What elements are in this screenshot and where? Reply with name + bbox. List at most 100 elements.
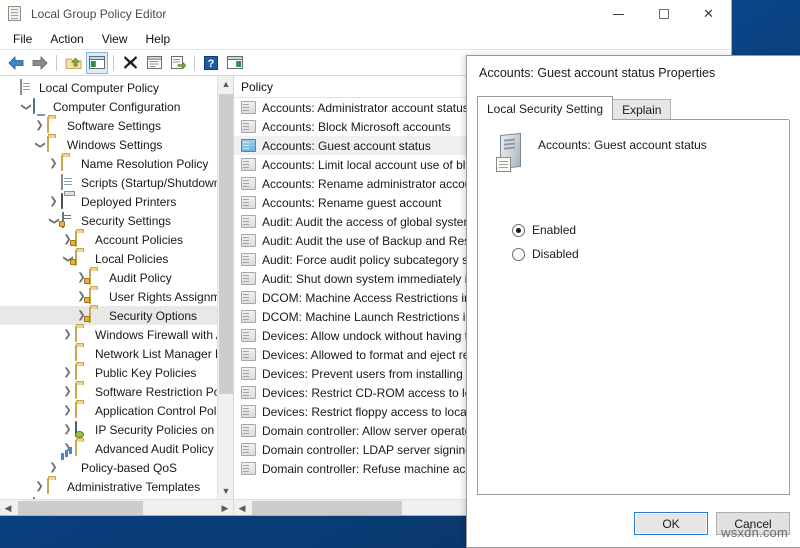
tree-item-windows-firewall-with-a[interactable]: ❯ Windows Firewall with A [0, 325, 217, 344]
chevron-right-icon[interactable]: ❯ [60, 424, 75, 435]
printer-icon [61, 192, 77, 210]
tree-item-local-policies[interactable]: ❯ Local Policies [0, 249, 217, 268]
folder-icon [47, 477, 63, 495]
ipsec-icon [75, 420, 91, 438]
tree-item-user-rights-assignm[interactable]: ❯ User Rights Assignm [0, 287, 217, 306]
tree-hscroll-thumb[interactable] [18, 501, 143, 515]
tree-item-application-control-pol[interactable]: ❯ Application Control Pol [0, 401, 217, 420]
tree-item-security-settings[interactable]: ❯ Security Settings [0, 211, 217, 230]
policy-setting-icon [241, 196, 256, 209]
tab-local-security-setting[interactable]: Local Security Setting [477, 96, 614, 120]
folderlock-icon [70, 230, 91, 248]
show-hide-console-tree-icon[interactable] [86, 51, 108, 74]
up-one-level-icon[interactable] [62, 52, 84, 74]
chevron-right-icon[interactable]: ❯ [46, 196, 61, 207]
tree-item-label: Software Settings [67, 118, 162, 133]
minimize-button[interactable] [596, 0, 641, 28]
tree-item-advanced-audit-policy[interactable]: ❯ Advanced Audit Policy [0, 439, 217, 458]
chevron-down-icon[interactable]: ❯ [21, 99, 32, 114]
tree-item-policy-based-qos[interactable]: ❯ Policy-based QoS [0, 458, 217, 477]
show-hide-action-pane-icon[interactable] [224, 52, 246, 74]
menu-help[interactable]: Help [137, 30, 180, 48]
scroll-left-icon[interactable]: ◀ [234, 500, 250, 515]
script-icon [61, 173, 77, 191]
folder-icon [75, 439, 91, 457]
menu-action[interactable]: Action [41, 30, 92, 48]
tree-item-label: Audit Policy [109, 270, 172, 285]
cancel-button[interactable]: Cancel [716, 512, 790, 535]
tree-item-audit-policy[interactable]: ❯ Audit Policy [0, 268, 217, 287]
maximize-button[interactable] [641, 0, 686, 28]
chevron-down-icon[interactable]: ❯ [35, 137, 46, 152]
tree-item-network-list-manager-p[interactable]: Network List Manager P [0, 344, 217, 363]
menu-bar: File Action View Help [0, 28, 731, 50]
properties-icon[interactable] [143, 52, 165, 74]
close-button[interactable]: ✕ [686, 0, 731, 28]
chevron-down-icon[interactable]: ❯ [49, 213, 60, 228]
tree-item-computer-configuration[interactable]: ❯ Computer Configuration [0, 97, 217, 116]
tree-item-windows-settings[interactable]: ❯ Windows Settings [0, 135, 217, 154]
radio-option-disabled[interactable]: Disabled [512, 242, 789, 266]
menu-file[interactable]: File [4, 30, 41, 48]
radio-option-enabled[interactable]: Enabled [512, 218, 789, 242]
console-tree[interactable]: Local Computer Policy ❯ Computer Configura… [0, 76, 217, 499]
tree-item-account-policies[interactable]: ❯ Account Policies [0, 230, 217, 249]
menu-view[interactable]: View [93, 30, 137, 48]
chevron-right-icon[interactable]: ❯ [32, 481, 47, 492]
tree-item-label: Name Resolution Policy [81, 156, 209, 171]
tree-item-label: Local Policies [95, 251, 169, 266]
computer-icon [33, 97, 49, 115]
policy-setting-icon [241, 405, 256, 418]
tree-item-local-computer-policy[interactable]: Local Computer Policy [0, 78, 217, 97]
tree-item-software-restriction-pol[interactable]: ❯ Software Restriction Pol [0, 382, 217, 401]
export-list-icon[interactable] [167, 52, 189, 74]
toolbar-separator [194, 54, 195, 71]
scroll-right-icon[interactable]: ▶ [217, 500, 233, 515]
tree-vertical-scrollbar[interactable]: ▲ ▼ [217, 76, 233, 499]
tree-item-deployed-printers[interactable]: ❯ Deployed Printers [0, 192, 217, 211]
radio-disabled-label: Disabled [532, 247, 579, 261]
tree-item-ip-security-policies-on-l[interactable]: ❯ IP Security Policies on L [0, 420, 217, 439]
radio-enabled-icon[interactable] [512, 223, 525, 237]
policy-list-row-label: Audit: Audit the use of Backup and Resto [262, 233, 481, 248]
toolbar-separator [56, 54, 57, 71]
scroll-down-icon[interactable]: ▼ [218, 483, 234, 499]
chevron-right-icon[interactable]: ❯ [46, 158, 61, 169]
forward-icon[interactable] [29, 52, 51, 74]
tree-item-administrative-templates[interactable]: ❯ Administrative Templates [0, 477, 217, 496]
list-hscroll-thumb[interactable] [252, 501, 402, 515]
tree-item-label: Software Restriction Pol [95, 384, 217, 399]
policy-setting-icon [241, 215, 256, 228]
tree-item-software-settings[interactable]: ❯ Software Settings [0, 116, 217, 135]
folder-icon [47, 116, 63, 134]
policy-list-row-label: Devices: Allow undock without having to [262, 328, 475, 343]
chevron-right-icon[interactable]: ❯ [60, 329, 75, 340]
tree-item-label: IP Security Policies on L [95, 422, 217, 437]
folderlock-icon [84, 287, 105, 305]
radio-disabled-icon[interactable] [512, 247, 525, 261]
tree-item-label: Windows Settings [67, 137, 163, 152]
chevron-right-icon[interactable]: ❯ [46, 462, 61, 473]
tree-item-scripts-startup-shutdown[interactable]: Scripts (Startup/Shutdown) [0, 173, 217, 192]
policy-setting-icon [241, 158, 256, 171]
tree-horizontal-scrollbar[interactable]: ◀ ▶ [0, 499, 233, 515]
chevron-right-icon[interactable]: ❯ [60, 386, 75, 397]
help-icon[interactable]: ? [200, 52, 222, 74]
policy-list-row-label: Domain controller: LDAP server signing r… [262, 442, 486, 457]
chevron-right-icon[interactable]: ❯ [32, 120, 47, 131]
delete-icon[interactable] [119, 52, 141, 74]
chevron-right-icon[interactable]: ❯ [60, 405, 75, 416]
tree-item-label: Windows Firewall with A [95, 327, 217, 342]
back-icon[interactable] [5, 52, 27, 74]
tree-item-security-options[interactable]: ❯ Security Options [0, 306, 217, 325]
policy-setting-icon [241, 253, 256, 266]
chevron-right-icon[interactable]: ❯ [60, 367, 75, 378]
tree-item-public-key-policies[interactable]: ❯ Public Key Policies [0, 363, 217, 382]
scroll-left-icon[interactable]: ◀ [0, 500, 16, 515]
policy-setting-icon [241, 177, 256, 190]
ok-button[interactable]: OK [634, 512, 708, 535]
tree-item-name-resolution-policy[interactable]: ❯ Name Resolution Policy [0, 154, 217, 173]
tree-scroll-thumb[interactable] [219, 94, 233, 394]
scroll-up-icon[interactable]: ▲ [218, 76, 234, 92]
tab-explain[interactable]: Explain [612, 99, 672, 120]
